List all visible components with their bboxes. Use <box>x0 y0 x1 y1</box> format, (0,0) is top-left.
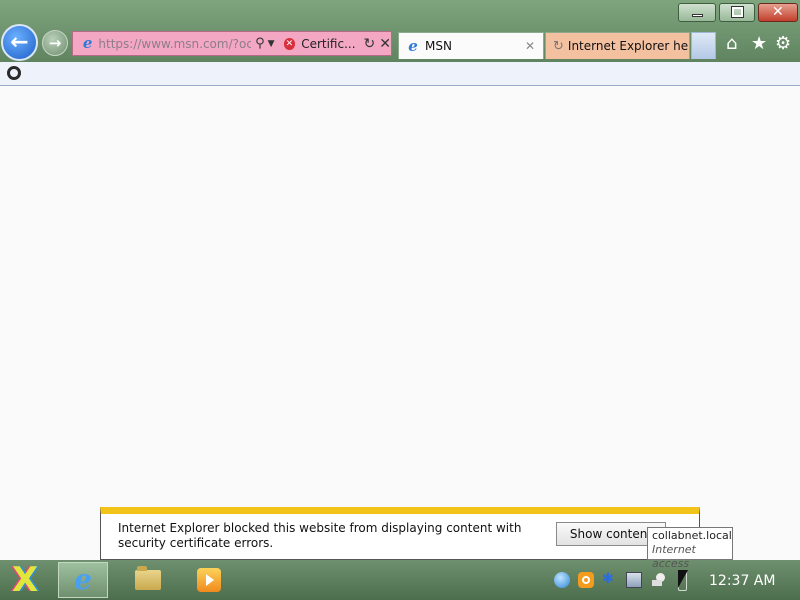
tab-msn[interactable]: e MSN ✕ <box>398 32 544 59</box>
tab-label: MSN <box>425 39 452 53</box>
forward-button[interactable]: → <box>42 30 68 56</box>
page-content <box>0 86 800 560</box>
stop-icon[interactable]: ✕ <box>379 36 391 52</box>
taskbar-media-player[interactable] <box>184 562 234 598</box>
back-arrow-icon: ← <box>10 30 29 55</box>
tray-sync-icon[interactable] <box>554 572 570 588</box>
command-bar <box>0 62 800 86</box>
gear-icon[interactable]: ⚙ <box>775 33 791 54</box>
ie-favicon-icon: e <box>82 34 93 52</box>
network-tooltip: collabnet.local Internet access <box>647 527 733 570</box>
tooltip-subtitle: Internet access <box>652 543 696 570</box>
tray-network-icon[interactable] <box>626 572 642 588</box>
certificate-error-label[interactable]: Certific... <box>301 37 355 51</box>
chevron-down-icon[interactable]: ▼ <box>268 39 275 49</box>
restore-button[interactable] <box>719 3 755 22</box>
tray-app-icon[interactable] <box>578 572 594 588</box>
security-notification-bar: Internet Explorer blocked this website f… <box>100 507 700 560</box>
address-bar[interactable]: e https://www.msn.com/?ocid= ⚲ ▼ ✕ Certi… <box>72 31 392 56</box>
media-player-icon <box>197 568 221 592</box>
start-logo-icon: X <box>12 560 39 600</box>
back-button[interactable]: ← <box>1 24 38 61</box>
start-button[interactable]: X <box>8 560 46 600</box>
addon-icon[interactable] <box>7 66 21 80</box>
forward-arrow-icon: → <box>48 34 62 52</box>
tab-ie-help[interactable]: ↻ Internet Explorer hel... <box>545 32 690 59</box>
refresh-icon[interactable]: ↻ <box>364 36 376 52</box>
loading-icon: ↻ <box>553 38 564 54</box>
home-icon[interactable]: ⌂ <box>726 33 737 54</box>
taskbar-internet-explorer[interactable]: e <box>58 562 108 598</box>
cert-error-icon[interactable]: ✕ <box>283 37 296 50</box>
mouse-cursor-icon <box>678 570 688 588</box>
tab-close-icon[interactable]: ✕ <box>525 39 535 53</box>
taskbar-clock[interactable]: 12:37 AM <box>709 573 775 589</box>
browser-titlebar: ← → e https://www.msn.com/?ocid= ⚲ ▼ ✕ C… <box>0 0 800 62</box>
address-url[interactable]: https://www.msn.com/?ocid= <box>98 37 251 51</box>
ie-icon: e <box>74 563 92 596</box>
minimize-button[interactable] <box>678 3 716 22</box>
close-window-button[interactable] <box>758 3 798 22</box>
favorites-star-icon[interactable]: ★ <box>751 33 767 54</box>
tray-bluetooth-icon[interactable]: ✱ <box>602 571 618 587</box>
notification-message: Internet Explorer blocked this website f… <box>118 521 522 550</box>
new-tab-button[interactable] <box>691 32 716 59</box>
tab-label: Internet Explorer hel... <box>567 39 689 53</box>
ie-favicon-icon: e <box>408 36 418 55</box>
taskbar-file-explorer[interactable] <box>123 562 173 598</box>
folder-icon <box>135 566 161 590</box>
search-icon[interactable]: ⚲ <box>255 36 265 51</box>
tray-action-center-icon[interactable] <box>651 572 667 588</box>
tooltip-title: collabnet.local <box>652 529 732 542</box>
